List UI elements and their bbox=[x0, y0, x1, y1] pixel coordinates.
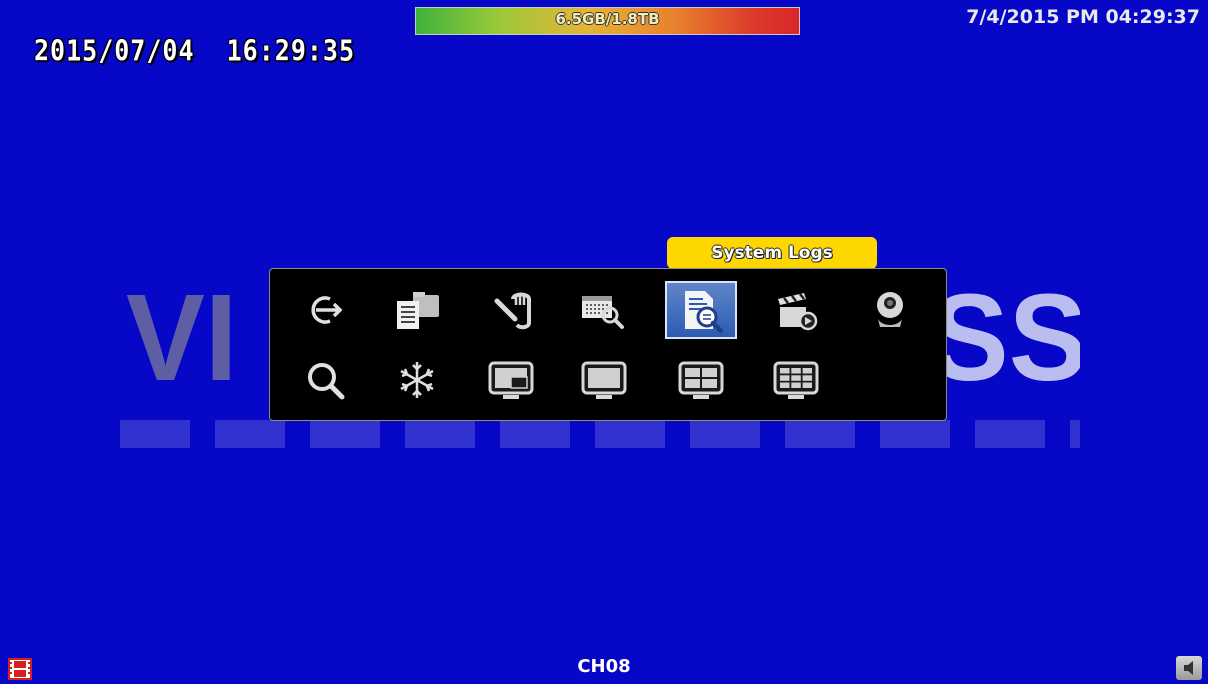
menu-tooltip: System Logs bbox=[667, 237, 877, 278]
watermark-reflection bbox=[120, 420, 1080, 448]
camera-setup-button[interactable] bbox=[854, 281, 926, 339]
pip-layout-button[interactable] bbox=[475, 351, 547, 409]
freeze-button[interactable] bbox=[381, 351, 453, 409]
single-view-icon bbox=[581, 361, 627, 399]
zoom-icon bbox=[308, 363, 345, 400]
nine-view-icon bbox=[773, 361, 819, 399]
exit-icon bbox=[311, 296, 343, 324]
quad-view-button[interactable] bbox=[665, 351, 737, 409]
system-clock: 7/4/2015 PM 04:29:37 bbox=[966, 6, 1200, 28]
quad-view-icon bbox=[678, 361, 724, 399]
freeze-icon bbox=[400, 362, 434, 398]
audio-button[interactable] bbox=[1176, 656, 1202, 680]
hand-icon bbox=[494, 292, 531, 330]
storage-usage-bar: 6.5GB/1.8TB bbox=[415, 7, 800, 35]
manual-record-button[interactable] bbox=[475, 281, 547, 339]
main-menu-panel bbox=[269, 268, 947, 421]
single-view-button[interactable] bbox=[568, 351, 640, 409]
schedule-search-button[interactable] bbox=[568, 281, 640, 339]
zoom-button[interactable] bbox=[290, 351, 362, 409]
system-logs-icon bbox=[685, 291, 724, 333]
calendar-search-icon bbox=[582, 296, 624, 329]
nine-view-button[interactable] bbox=[760, 351, 832, 409]
folder-icon bbox=[397, 292, 439, 329]
system-logs-button[interactable] bbox=[665, 281, 737, 339]
osd-timestamp: 2015/07/04 16:29:35 bbox=[34, 34, 356, 68]
watermark-right-letters: SS bbox=[930, 268, 1080, 408]
speaker-icon bbox=[1184, 661, 1193, 675]
watermark-left-letters: VI bbox=[126, 268, 238, 408]
clapperboard-icon bbox=[778, 293, 818, 331]
storage-usage-text: 6.5GB/1.8TB bbox=[555, 10, 660, 28]
camera-icon bbox=[877, 292, 903, 327]
tooltip-label: System Logs bbox=[711, 243, 833, 263]
file-manager-button[interactable] bbox=[381, 281, 453, 339]
playback-button[interactable] bbox=[760, 281, 832, 339]
exit-button[interactable] bbox=[290, 281, 362, 339]
channel-label: CH08 bbox=[577, 656, 631, 677]
pip-layout-icon bbox=[488, 361, 534, 399]
